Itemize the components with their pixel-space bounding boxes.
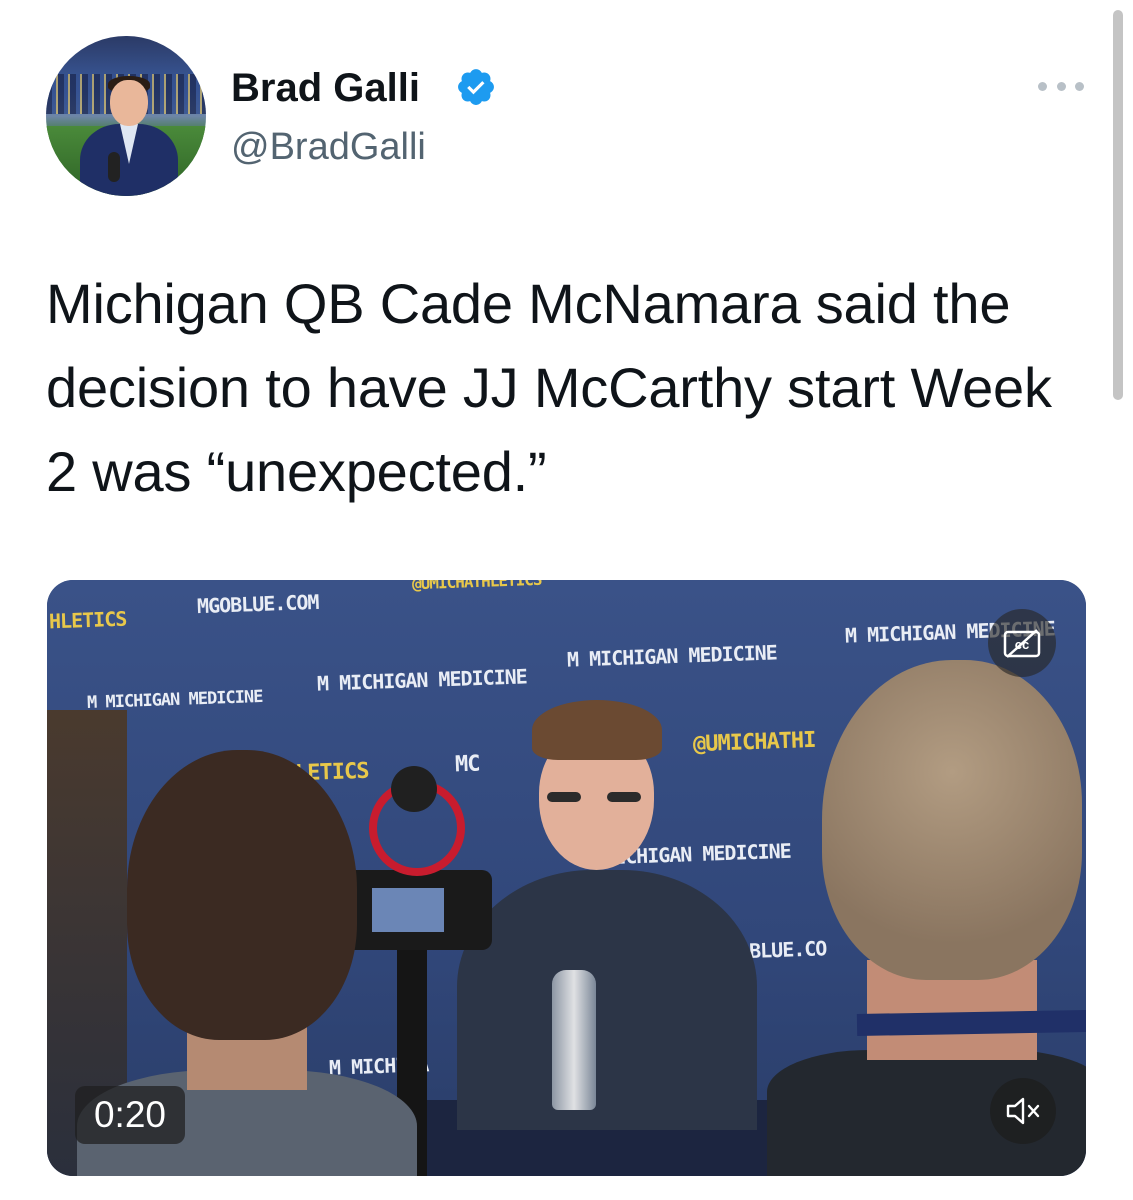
author-display-name[interactable]: Brad Galli <box>231 64 420 112</box>
lanyard <box>856 1009 1086 1037</box>
backdrop-text: HLETICS <box>48 606 127 634</box>
water-bottle <box>552 970 596 1110</box>
verified-badge-icon <box>458 69 494 105</box>
tweet-text: Michigan QB Cade McNamara said the decis… <box>46 272 1052 503</box>
player <box>457 700 757 1130</box>
author-handle[interactable]: @BradGalli <box>231 124 426 170</box>
more-options-icon[interactable] <box>1038 74 1084 98</box>
closed-captions-icon[interactable]: cc <box>988 609 1056 677</box>
author-avatar[interactable] <box>46 36 206 196</box>
tweet: Brad Galli @BradGalli Michigan QB Cade M… <box>0 0 1133 1200</box>
backdrop-text: MGOBLUE.COM <box>196 589 319 619</box>
speaker-muted-icon[interactable] <box>990 1078 1056 1144</box>
video-player[interactable]: HLETICS MGOBLUE.COM @UMICHATHLETICS M MI… <box>47 580 1086 1176</box>
scrollbar[interactable] <box>1113 10 1123 400</box>
video-duration: 0:20 <box>75 1086 185 1144</box>
